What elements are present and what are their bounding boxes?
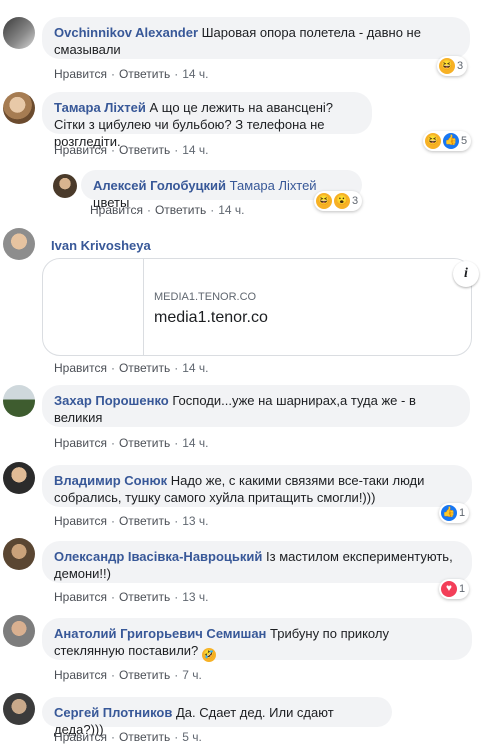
timestamp[interactable]: 14 ч. — [182, 67, 208, 81]
comment-actions: Нравится · Ответить · 14 ч. — [54, 436, 209, 450]
author-name[interactable]: Алексей Голобуцкий — [93, 178, 226, 193]
comment-actions: Нравится · Ответить · 13 ч. — [54, 514, 209, 528]
like-button[interactable]: Нравится — [90, 203, 143, 217]
reaction-count: 1 — [459, 583, 466, 595]
reply-button[interactable]: Ответить — [119, 436, 170, 450]
like-button[interactable]: Нравится — [54, 361, 107, 375]
reply-button[interactable]: Ответить — [119, 730, 170, 744]
avatar[interactable] — [53, 174, 77, 198]
comment-bubble: Тамара Ліхтей А що це лежить на авансцен… — [42, 92, 372, 149]
comment-bubble: Сергей Плотников Да. Сдает дед. Или сдаю… — [42, 697, 392, 737]
wow-icon: 😮 — [334, 193, 350, 209]
haha-icon: 😆 — [316, 193, 332, 209]
timestamp[interactable]: 13 ч. — [182, 514, 208, 528]
reply-button[interactable]: Ответить — [155, 203, 206, 217]
timestamp[interactable]: 13 ч. — [182, 590, 208, 604]
avatar[interactable] — [3, 538, 35, 570]
avatar[interactable] — [3, 693, 35, 725]
author-name[interactable]: Захар Порошенко — [54, 393, 169, 408]
comment-actions: Нравится · Ответить · 14 ч. — [54, 143, 209, 157]
reaction-count: 3 — [352, 195, 359, 207]
like-button[interactable]: Нравится — [54, 514, 107, 528]
comment-bubble: Анатолий Григорьевич Семишан Трибуну по … — [42, 618, 472, 662]
reply-button[interactable]: Ответить — [119, 668, 170, 682]
timestamp[interactable]: 5 ч. — [182, 730, 202, 744]
author-name[interactable]: Тамара Ліхтей — [54, 100, 146, 115]
avatar[interactable] — [3, 228, 35, 260]
timestamp[interactable]: 7 ч. — [182, 668, 202, 682]
laughing-emoji-icon: 🤣 — [201, 647, 216, 662]
like-button[interactable]: Нравится — [54, 67, 107, 81]
info-icon[interactable]: i — [453, 261, 479, 287]
author-name[interactable]: Сергей Плотников — [54, 705, 172, 720]
author-name[interactable]: Владимир Сонюк — [54, 473, 167, 488]
reply-button[interactable]: Ответить — [119, 143, 170, 157]
comment-bubble: Захар Порошенко Господи...уже на шарнира… — [42, 385, 470, 427]
reactions-summary[interactable]: 😆 😮 3 — [314, 191, 363, 211]
link-title[interactable]: media1.tenor.co — [154, 309, 268, 327]
like-button[interactable]: Нравится — [54, 590, 107, 604]
avatar[interactable] — [3, 17, 35, 49]
comment-actions: Нравится · Ответить · 13 ч. — [54, 590, 209, 604]
author-name[interactable]: Анатолий Григорьевич Семишан — [54, 626, 266, 641]
comment-bubble: Владимир Сонюк Надо же, с какими связями… — [42, 465, 472, 507]
like-button[interactable]: Нравится — [54, 143, 107, 157]
reply-button[interactable]: Ответить — [119, 514, 170, 528]
comment-actions: Нравится · Ответить · 7 ч. — [54, 668, 202, 682]
comment-actions: Нравится · Ответить · 14 ч. — [54, 67, 209, 81]
heart-icon: ♥ — [441, 581, 457, 597]
like-button[interactable]: Нравится — [54, 436, 107, 450]
like-button[interactable]: Нравится — [54, 668, 107, 682]
like-icon: 👍 — [443, 133, 459, 149]
link-domain: MEDIA1.TENOR.CO — [154, 291, 257, 303]
reaction-count: 3 — [457, 60, 464, 72]
reactions-summary[interactable]: 😆 👍 5 — [423, 131, 472, 151]
mention-link[interactable]: Тамара Ліхтей — [230, 178, 317, 193]
timestamp[interactable]: 14 ч. — [218, 203, 244, 217]
reactions-summary[interactable]: ♥ 1 — [439, 579, 470, 599]
timestamp[interactable]: 14 ч. — [182, 361, 208, 375]
reply-button[interactable]: Ответить — [119, 361, 170, 375]
like-icon: 👍 — [441, 505, 457, 521]
link-thumbnail — [43, 259, 144, 355]
haha-icon: 😆 — [439, 58, 455, 74]
author-name[interactable]: Ovchinnikov Alexander — [54, 25, 198, 40]
comment-bubble: Ovchinnikov Alexander Шаровая опора поле… — [42, 17, 470, 59]
comment-bubble: Олександр Івасівка-Навроцький Із мастило… — [42, 541, 472, 583]
reaction-count: 1 — [459, 507, 466, 519]
comment-actions: Нравится · Ответить · 14 ч. — [90, 203, 245, 217]
avatar[interactable] — [3, 92, 35, 124]
reactions-summary[interactable]: 👍 1 — [439, 503, 470, 523]
comment-actions: Нравится · Ответить · 5 ч. — [54, 730, 202, 744]
comment-actions: Нравится · Ответить · 14 ч. — [54, 361, 209, 375]
avatar[interactable] — [3, 615, 35, 647]
reply-button[interactable]: Ответить — [119, 590, 170, 604]
timestamp[interactable]: 14 ч. — [182, 143, 208, 157]
reactions-summary[interactable]: 😆 3 — [437, 56, 468, 76]
like-button[interactable]: Нравится — [54, 730, 107, 744]
link-preview[interactable]: MEDIA1.TENOR.CO media1.tenor.co i — [42, 258, 479, 356]
avatar[interactable] — [3, 462, 35, 494]
author-name[interactable]: Олександр Івасівка-Навроцький — [54, 549, 262, 564]
author-name[interactable]: Ivan Krivosheya — [51, 238, 151, 253]
reply-button[interactable]: Ответить — [119, 67, 170, 81]
haha-icon: 😆 — [425, 133, 441, 149]
avatar[interactable] — [3, 385, 35, 417]
reaction-count: 5 — [461, 135, 468, 147]
timestamp[interactable]: 14 ч. — [182, 436, 208, 450]
